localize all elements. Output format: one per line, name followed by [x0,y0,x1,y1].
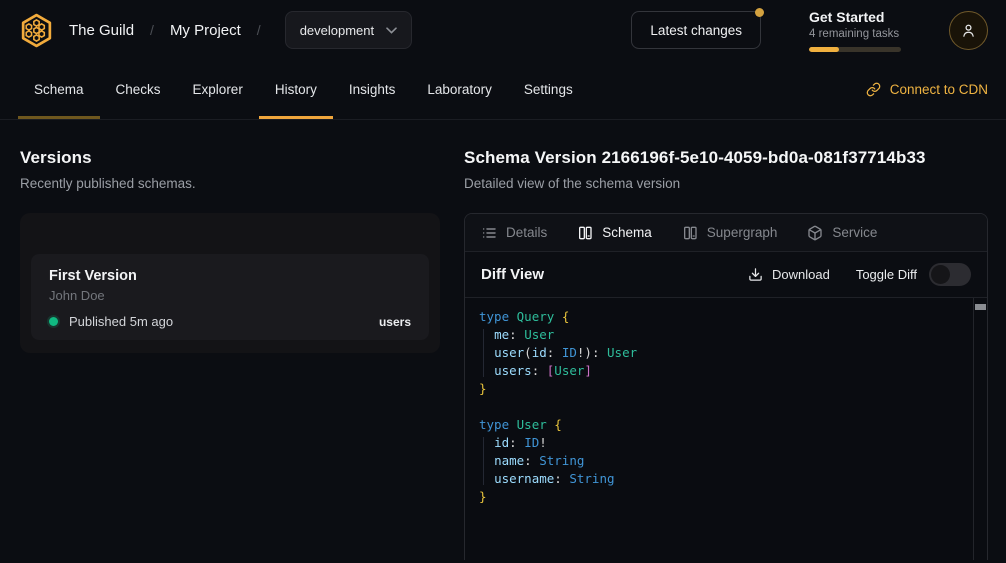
scrollbar-thumb[interactable] [975,304,986,310]
diff-view-header: Diff View Download Toggle Diff [465,252,987,298]
download-label: Download [772,267,830,282]
code-line: } [479,488,971,506]
link-icon [866,82,881,97]
version-status-row: Published 5m ago users [49,314,411,329]
schema-version-subtitle: Detailed view of the schema version [464,176,988,191]
code-line: type User { [479,416,971,434]
tab-label: Supergraph [707,225,778,240]
tab-label: Laboratory [427,82,492,97]
hive-logo-icon[interactable] [18,12,55,49]
tab-history[interactable]: History [259,60,333,119]
schema-version-panel: Schema Version 2166196f-5e10-4059-bd0a-0… [464,148,988,560]
notification-dot [755,8,764,17]
main-nav: Schema Checks Explorer History Insights … [0,60,1006,120]
code-line: id: ID! [479,434,971,452]
tab-details[interactable]: Details [481,225,547,241]
download-button[interactable]: Download [748,267,830,282]
tab-label: Schema [34,82,84,97]
tab-label: Service [832,225,877,240]
version-name: First Version [49,268,411,284]
tab-service[interactable]: Service [807,225,877,241]
get-started-subtitle: 4 remaining tasks [809,28,901,40]
toggle-diff-switch[interactable] [929,263,971,286]
code-line: name: String [479,452,971,470]
connect-to-cdn-link[interactable]: Connect to CDN [866,60,988,119]
get-started-title: Get Started [809,9,901,25]
user-avatar[interactable] [949,11,988,50]
code-line: me: User [479,326,971,344]
breadcrumb-project[interactable]: My Project [170,22,241,39]
tab-checks[interactable]: Checks [100,60,177,119]
download-icon [748,267,763,282]
tab-schema[interactable]: Schema [18,60,100,119]
detail-tabs: Details Schema [465,214,987,252]
app-header: The Guild / My Project / development Lat… [0,0,1006,60]
versions-title: Versions [20,148,440,168]
version-list-item[interactable]: First Version John Doe Published 5m ago … [31,254,429,340]
nav-spacer [589,60,866,119]
tab-insights[interactable]: Insights [333,60,412,119]
latest-changes-button[interactable]: Latest changes [631,11,761,49]
latest-changes-label: Latest changes [650,23,742,38]
code-line: } [479,380,971,398]
connect-to-cdn-label: Connect to CDN [890,82,988,97]
cube-icon [807,225,823,241]
code-line: user(id: ID!): User [479,344,971,362]
code-line: users: [User] [479,362,971,380]
breadcrumb-separator: / [257,22,261,38]
versions-list: First Version John Doe Published 5m ago … [20,213,440,353]
main-content: Versions Recently published schemas. Fir… [0,120,1006,560]
schema-version-title: Schema Version 2166196f-5e10-4059-bd0a-0… [464,148,988,168]
breadcrumb-separator: / [150,22,154,38]
diff-view-title: Diff View [481,266,544,283]
indent-guide [483,329,484,377]
code-line [479,398,971,416]
switch-knob [931,265,950,284]
tab-supergraph[interactable]: Supergraph [682,225,778,241]
list-icon [481,225,497,241]
tab-laboratory[interactable]: Laboratory [411,60,508,119]
schema-version-detail-box: Details Schema [464,213,988,560]
tab-label: Settings [524,82,573,97]
header-actions: Latest changes Get Started 4 remaining t… [631,9,988,52]
diff-actions: Download Toggle Diff [748,263,971,286]
versions-panel: Versions Recently published schemas. Fir… [20,148,440,560]
toggle-diff-control: Toggle Diff [856,263,971,286]
person-icon [960,22,977,39]
get-started-progressbar [809,47,901,52]
columns-icon [577,225,593,241]
breadcrumb-org[interactable]: The Guild [69,22,134,39]
environment-selector[interactable]: development [285,11,412,49]
code-line: username: String [479,470,971,488]
tab-label: Schema [602,225,652,240]
service-name-badge: users [379,315,411,329]
version-status-text: Published 5m ago [69,314,173,329]
tab-settings[interactable]: Settings [508,60,589,119]
chevron-down-icon [386,27,397,34]
get-started-widget[interactable]: Get Started 4 remaining tasks [809,9,901,52]
tab-label: Details [506,225,547,240]
published-status-dot [49,317,58,326]
versions-subtitle: Recently published schemas. [20,176,440,191]
tab-label: Explorer [193,82,243,97]
columns-icon [682,225,698,241]
breadcrumb: The Guild / My Project / development [18,11,412,49]
tab-schema-view[interactable]: Schema [577,225,652,241]
progress-fill [809,47,839,52]
code-line: type Query { [479,308,971,326]
tab-label: Insights [349,82,396,97]
schema-code-editor[interactable]: type Query { me: User user(id: ID!): Use… [465,298,987,560]
code-block: type Query { me: User user(id: ID!): Use… [479,308,971,506]
version-author: John Doe [49,288,411,303]
environment-selector-label: development [300,23,374,38]
tab-label: History [275,82,317,97]
tab-explorer[interactable]: Explorer [177,60,259,119]
tab-label: Checks [116,82,161,97]
indent-guide [483,437,484,485]
toggle-diff-label: Toggle Diff [856,267,917,282]
editor-scrollbar[interactable] [973,298,987,560]
